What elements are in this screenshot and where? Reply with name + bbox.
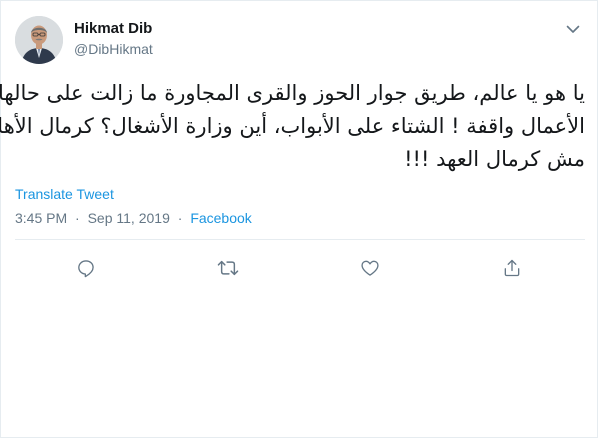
tweet-text: يا هو يا عالم، طريق جوار الحوز والقرى ال… bbox=[0, 77, 585, 176]
reply-button[interactable] bbox=[73, 255, 99, 281]
chevron-down-icon[interactable] bbox=[561, 17, 585, 41]
author-handle[interactable]: @DibHikmat bbox=[74, 41, 153, 57]
tweet-text-line: الأعمال واقفة ! الشتاء على الأبواب، أين … bbox=[0, 114, 585, 138]
avatar[interactable] bbox=[15, 16, 63, 64]
author-name[interactable]: Hikmat Dib bbox=[74, 20, 152, 37]
meta-separator: · bbox=[177, 210, 183, 226]
like-button[interactable] bbox=[357, 255, 383, 281]
tweet-time[interactable]: 3:45 PM bbox=[15, 210, 67, 226]
tweet-date[interactable]: Sep 11, 2019 bbox=[88, 210, 170, 226]
tweet-card: Hikmat Dib @DibHikmat يا هو يا عالم، طري… bbox=[0, 0, 598, 438]
retweet-button[interactable] bbox=[215, 255, 241, 281]
retweet-icon bbox=[217, 258, 239, 278]
tweet-source-link[interactable]: Facebook bbox=[190, 210, 251, 226]
reply-icon bbox=[76, 258, 96, 278]
tweet-meta: 3:45 PM · Sep 11, 2019 · Facebook bbox=[15, 210, 252, 226]
meta-separator: · bbox=[75, 210, 80, 226]
share-icon bbox=[502, 258, 522, 278]
tweet-text-line: مش كرمال العهد !!! bbox=[404, 147, 585, 171]
translate-tweet-link[interactable]: Translate Tweet bbox=[15, 186, 114, 202]
actions-divider bbox=[15, 239, 585, 240]
heart-icon bbox=[360, 258, 380, 278]
share-button[interactable] bbox=[499, 255, 525, 281]
tweet-text-line: يا هو يا عالم، طريق جوار الحوز والقرى ال… bbox=[0, 81, 585, 105]
